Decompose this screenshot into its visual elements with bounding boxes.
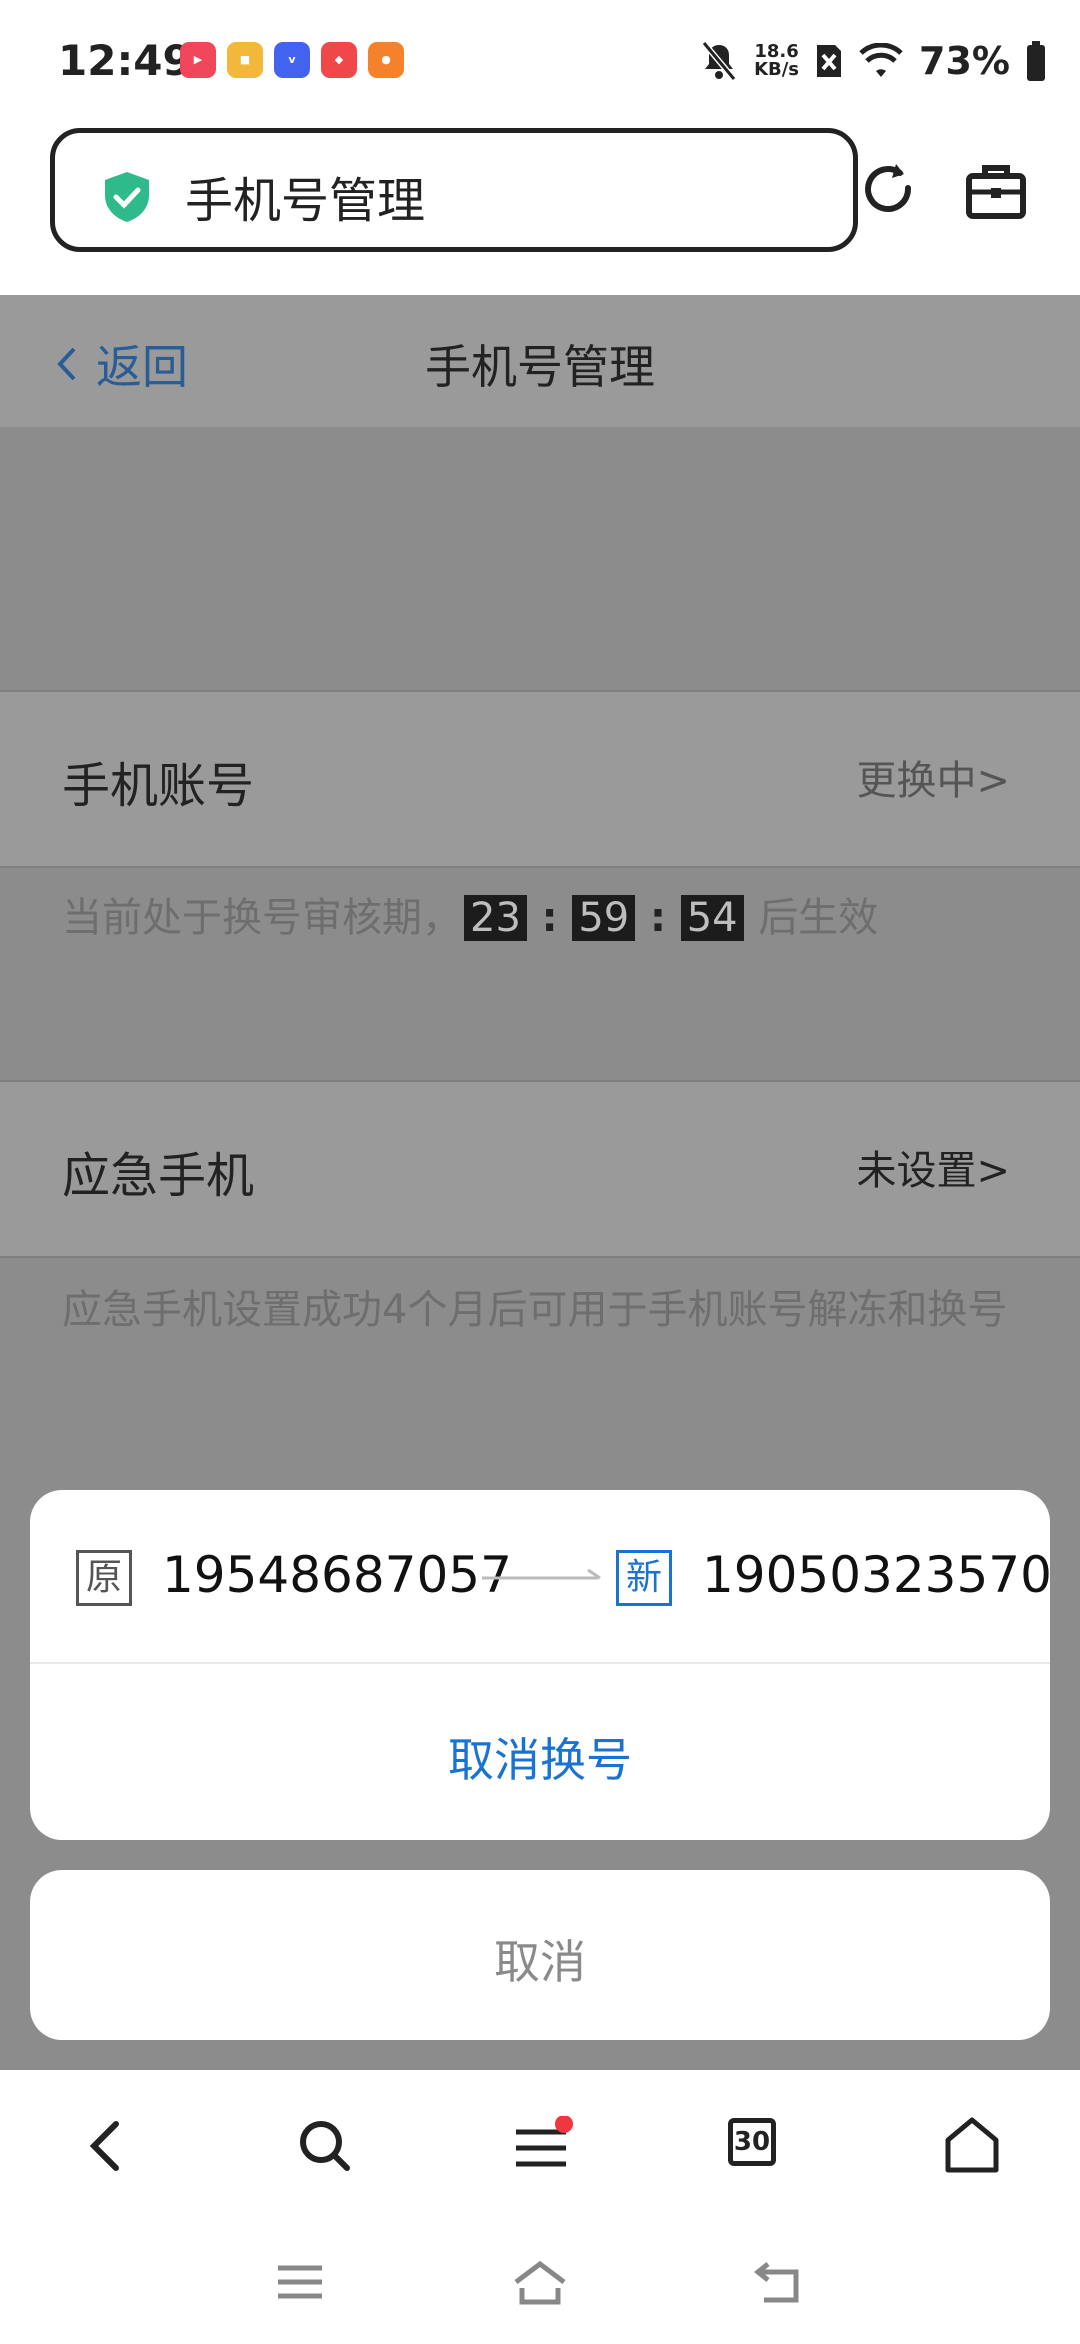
- bottom-toolbar: 30: [0, 2070, 1080, 2230]
- old-number: 19548687057: [162, 1546, 512, 1604]
- emergency-phone-desc: 应急手机设置成功4个月后可用于手机账号解冻和换号: [62, 1287, 1008, 1333]
- camera-app-icon: ●: [368, 42, 404, 78]
- status-time: 12:49: [58, 36, 192, 85]
- toolbox-icon[interactable]: [965, 160, 1027, 222]
- countdown-hours: 23: [464, 895, 527, 941]
- old-number-tag: 原: [76, 1550, 132, 1606]
- review-period-notice: 当前处于换号审核期， 23 : 59 : 54 后生效: [62, 895, 879, 941]
- phone-account-status: 更换中>: [856, 758, 1010, 804]
- number-change-row: 原 19548687057 新 19050323570: [30, 1490, 1052, 1664]
- wifi-icon: [859, 43, 903, 77]
- browser-bar: 手机号管理: [0, 120, 1080, 295]
- phone-account-label: 手机账号: [62, 758, 255, 814]
- search-icon[interactable]: [295, 2116, 355, 2176]
- battery-percent: 73%: [919, 39, 1010, 83]
- video-app-icon: ▶: [180, 42, 216, 78]
- new-number-tag: 新: [616, 1550, 672, 1606]
- emergency-phone-row[interactable]: 应急手机 未设置>: [0, 1080, 1080, 1258]
- address-bar-title: 手机号管理: [185, 173, 426, 229]
- arrow-right-icon: [482, 1568, 601, 1580]
- network-speed: 18.6 KB/s: [754, 41, 800, 80]
- menu-icon[interactable]: [510, 2116, 580, 2176]
- system-home-icon[interactable]: [512, 2260, 568, 2306]
- back-arrow-icon[interactable]: [80, 2116, 130, 2176]
- countdown-minutes: 59: [572, 895, 636, 941]
- recent-apps-icon[interactable]: [276, 2260, 324, 2306]
- phone-account-row[interactable]: 手机账号 更换中>: [0, 690, 1080, 868]
- emergency-phone-status: 未设置>: [856, 1148, 1010, 1194]
- battery-icon: [1027, 41, 1045, 81]
- address-bar[interactable]: 手机号管理: [50, 128, 858, 252]
- security-shield-icon: [105, 172, 149, 222]
- emergency-phone-label: 应急手机: [62, 1148, 255, 1204]
- system-nav-bar: [0, 2230, 1080, 2344]
- home-icon[interactable]: [942, 2116, 1002, 2176]
- game-app-icon: ■: [227, 42, 263, 78]
- cancel-change-button[interactable]: 取消换号: [30, 1724, 1050, 1790]
- countdown-seconds: 54: [680, 895, 744, 941]
- refresh-icon[interactable]: [858, 160, 920, 222]
- change-number-dialog: 原 19548687057 新 19050323570 取消换号: [30, 1490, 1052, 1840]
- tabs-count-button[interactable]: 30: [728, 2118, 776, 2166]
- page-title: 手机号管理: [425, 340, 655, 394]
- system-back-icon[interactable]: [754, 2260, 806, 2306]
- page-nav-bar: 返回 手机号管理: [0, 295, 1080, 427]
- mute-bell-icon: [701, 41, 737, 81]
- no-sim-icon: [817, 45, 842, 77]
- new-number: 19050323570: [702, 1546, 1052, 1604]
- cancel-button[interactable]: 取消: [30, 1926, 1050, 1992]
- vivo-app-icon: v: [274, 42, 310, 78]
- status-bar: 12:49 ▶ ■ v ◆ ● 18.6 KB/s 73%: [0, 0, 1080, 120]
- cancel-sheet: 取消: [30, 1870, 1050, 2040]
- huawei-app-icon: ◆: [321, 42, 357, 78]
